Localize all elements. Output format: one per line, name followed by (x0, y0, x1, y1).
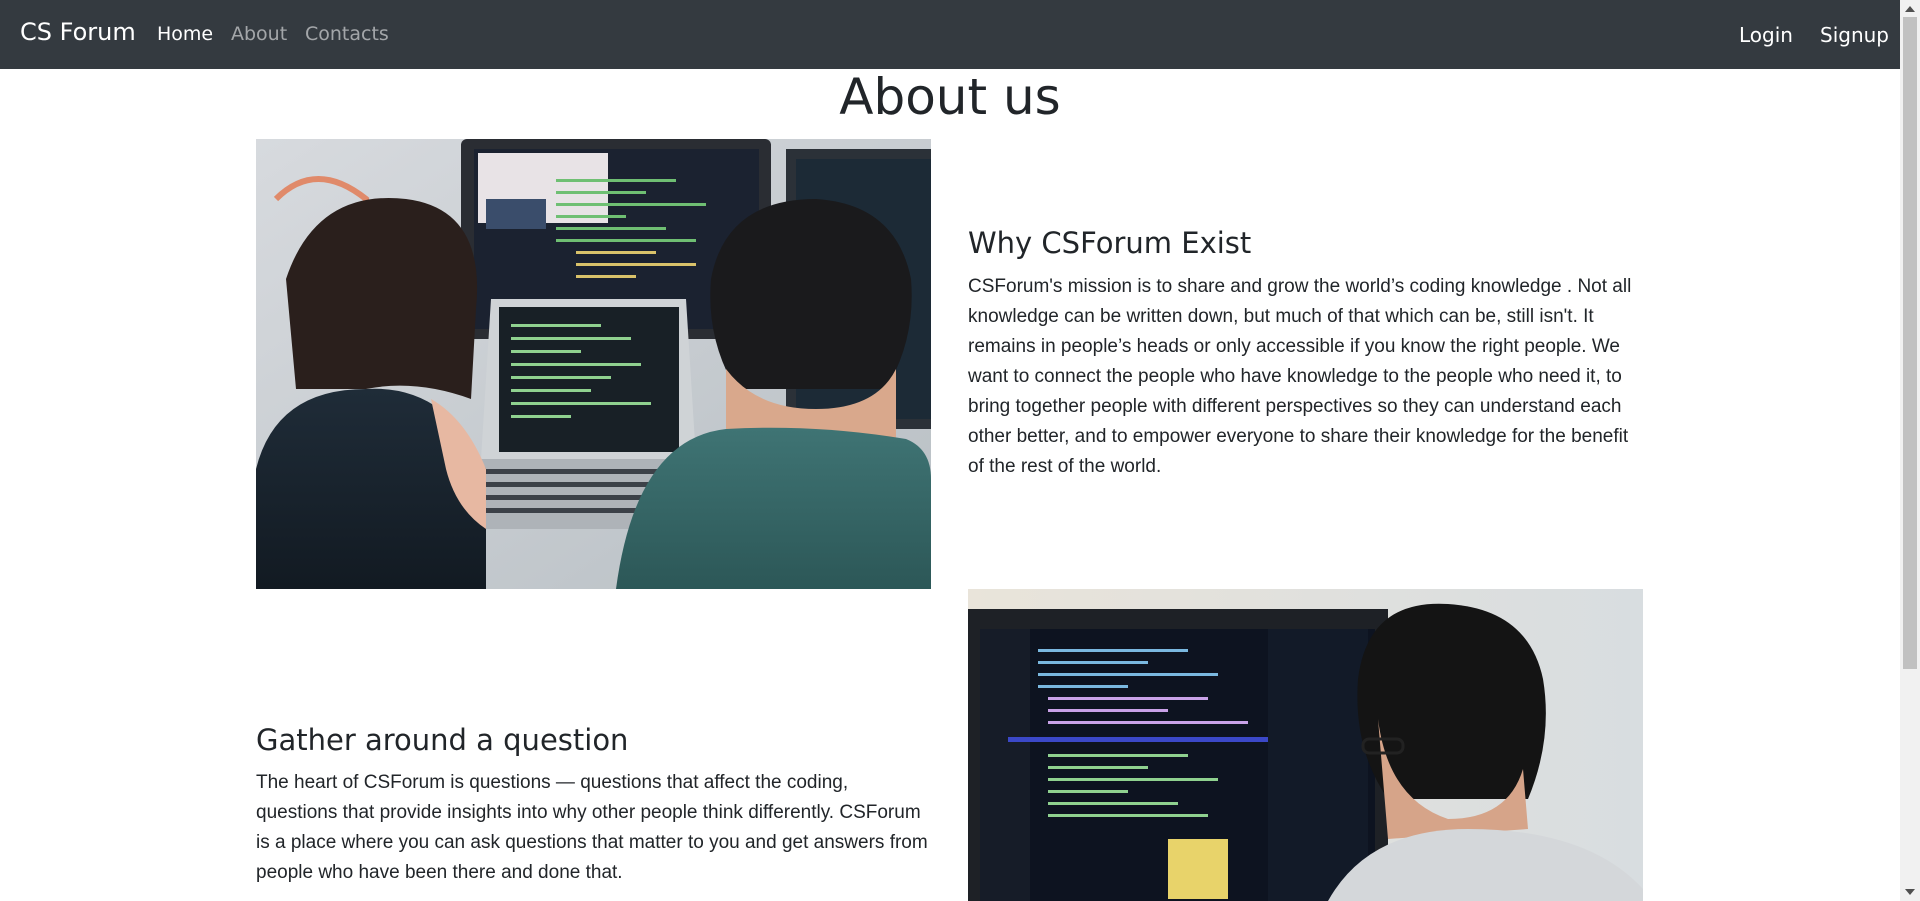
section-heading-gather: Gather around a question (256, 723, 629, 757)
about-photo-coders (256, 139, 931, 589)
scrollbar-thumb[interactable] (1903, 17, 1917, 669)
nav-link-home[interactable]: Home (157, 23, 213, 45)
navbar-brand[interactable]: CS Forum (20, 18, 136, 46)
signup-button[interactable]: Signup (1820, 23, 1889, 47)
scroll-down-arrow-icon[interactable] (1905, 889, 1915, 895)
section-heading-why: Why CSForum Exist (968, 226, 1252, 260)
section-text-why: CSForum's mission is to share and grow t… (968, 276, 1632, 477)
nav-link-contacts[interactable]: Contacts (305, 23, 389, 45)
scroll-up-arrow-icon[interactable] (1905, 6, 1915, 12)
about-photo-developer (968, 589, 1643, 901)
section-text-gather: The heart of CSForum is questions — ques… (256, 772, 928, 883)
nav-link-about[interactable]: About (231, 23, 287, 45)
page-scrollbar[interactable] (1900, 0, 1920, 901)
page-title: About us (839, 68, 1061, 126)
navbar: CS Forum Home About Contacts Login Signu… (0, 0, 1900, 69)
login-button[interactable]: Login (1739, 23, 1793, 47)
